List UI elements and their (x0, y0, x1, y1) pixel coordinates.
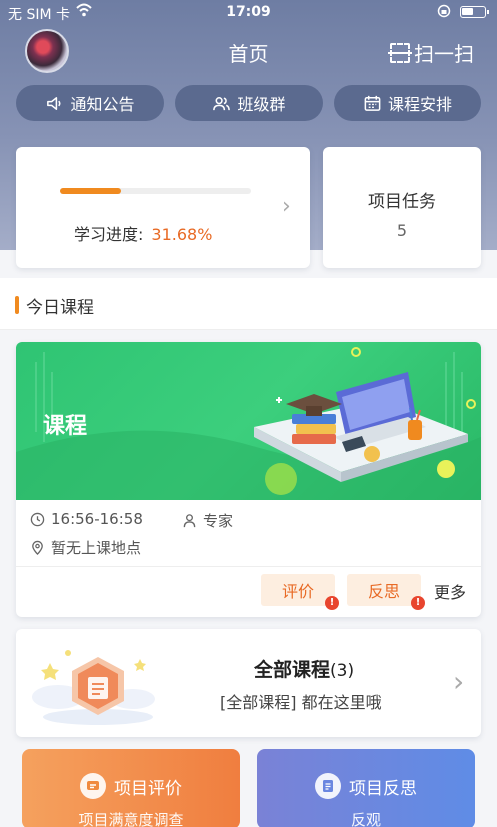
courses-illustration (32, 650, 155, 725)
course-location: 暂无上课地点 (30, 537, 141, 558)
battery-icon (460, 6, 489, 18)
class-group-button[interactable]: 班级群 (175, 85, 323, 121)
scan-button[interactable]: 扫一扫 (388, 38, 474, 67)
project-task-card[interactable]: 项目任务 5 (323, 147, 481, 268)
course-time-text: 16:56-16:58 (51, 510, 143, 528)
clock-icon (30, 512, 45, 526)
course-banner[interactable]: 课程 (16, 342, 481, 500)
progress-text: 学习进度: 31.68% (74, 221, 212, 245)
class-group-label: 班级群 (237, 95, 286, 114)
orientation-lock-icon (437, 3, 451, 23)
schedule-label: 课程安排 (387, 95, 452, 114)
location-icon (32, 540, 43, 555)
project-evaluation-card[interactable]: 项目评价 项目满意度调查 (22, 749, 240, 827)
evaluate-button[interactable]: 评价 ! (261, 574, 339, 610)
reflection-icon (315, 773, 341, 799)
task-label: 项目任务 (368, 192, 436, 212)
schedule-button[interactable]: 课程安排 (334, 85, 481, 121)
reflect-label: 反思 (367, 582, 400, 601)
all-courses-count: (3) (330, 661, 355, 681)
more-link[interactable]: 更多 (434, 579, 466, 603)
course-time: 16:56-16:58 (30, 510, 143, 528)
progress-label: 学习进度: (74, 225, 144, 244)
person-icon (183, 514, 196, 528)
course-location-text: 暂无上课地点 (51, 539, 142, 557)
evaluation-icon (80, 773, 106, 799)
project-evaluation-title: 项目评价 (114, 778, 182, 799)
course-teacher-text: 专家 (203, 512, 234, 530)
scan-icon (388, 42, 412, 63)
evaluate-label: 评价 (281, 582, 314, 601)
course-teacher: 专家 (182, 510, 233, 531)
project-evaluation-subtitle: 项目满意度调查 (78, 811, 184, 827)
progress-card[interactable]: 学习进度: 31.68% › (16, 147, 310, 268)
status-bar: 无 SIM 卡 17:09 (0, 0, 497, 26)
all-courses-title-text: 全部课程 (254, 659, 331, 681)
task-count: 5 (396, 221, 408, 240)
notice-label: 通知公告 (70, 95, 135, 114)
scan-label: 扫一扫 (414, 42, 474, 66)
course-banner-title: 课程 (43, 414, 88, 439)
progress-value: 31.68% (151, 225, 213, 244)
divider (16, 566, 481, 567)
section-accent-bar (15, 296, 19, 314)
clock: 17:09 (226, 4, 271, 20)
reflect-button[interactable]: 反思 ! (347, 574, 425, 610)
group-icon (213, 96, 231, 110)
project-reflection-title: 项目反思 (349, 778, 417, 799)
alert-badge: ! (411, 596, 425, 610)
all-courses-card[interactable]: 全部课程(3) [全部课程] 都在这里哦 › (16, 629, 481, 737)
chevron-right-icon: › (453, 665, 465, 698)
project-reflection-subtitle: 反观 (350, 811, 381, 827)
today-title: 今日课程 (26, 298, 94, 318)
notice-button[interactable]: 通知公告 (16, 85, 164, 121)
speaker-icon (47, 96, 61, 110)
progress-bar (60, 188, 251, 194)
chevron-right-icon: › (282, 194, 291, 219)
alert-badge: ! (325, 596, 339, 610)
course-card[interactable]: 课程 16:56-16:58 专家 暂无上课地点 评价 ! 反思 ! 更多 (16, 342, 481, 617)
all-courses-subtitle: [全部课程] 都在这里哦 (220, 693, 382, 712)
calendar-icon (364, 95, 381, 111)
progress-bar-fill (60, 188, 121, 194)
all-courses-title: 全部课程(3) (254, 655, 354, 682)
project-reflection-card[interactable]: 项目反思 反观 (257, 749, 475, 827)
